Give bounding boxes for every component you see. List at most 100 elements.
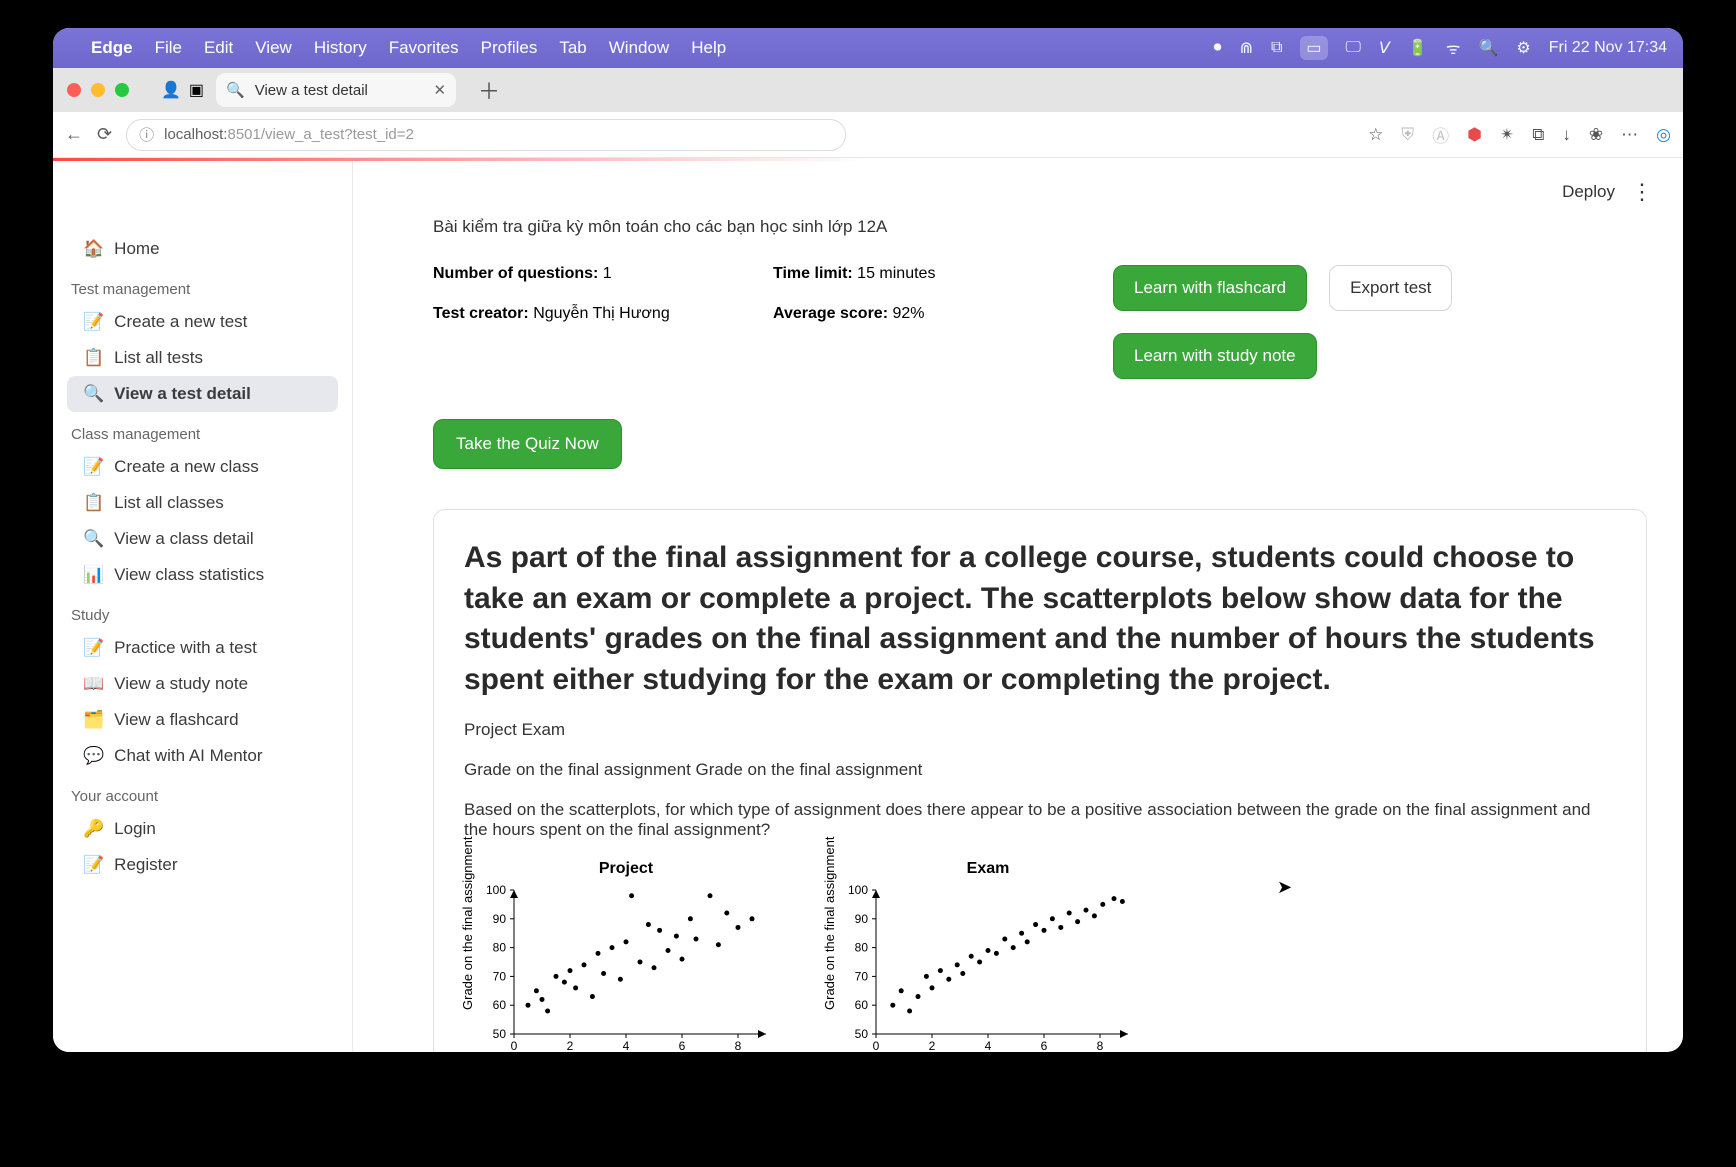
headphones-icon[interactable]: ⋒ [1240, 38, 1253, 58]
macos-menu-bar: Edge File Edit View History Favorites Pr… [53, 28, 1683, 68]
mouse-cursor-icon: ➤ [1277, 877, 1289, 893]
svg-text:2: 2 [929, 1039, 936, 1052]
sidebar-item[interactable]: 📝Create a new test [67, 304, 338, 340]
take-quiz-button[interactable]: Take the Quiz Now [433, 419, 622, 469]
menu-window[interactable]: Window [609, 38, 669, 58]
menu-history[interactable]: History [314, 38, 367, 58]
split-screen-icon[interactable]: ⧉ [1532, 125, 1544, 145]
sidebar-item-label: View a flashcard [114, 710, 238, 730]
sidebar-item-label: View a class detail [114, 529, 254, 549]
svg-text:6: 6 [1041, 1039, 1048, 1052]
refresh-button[interactable]: ⟳ [97, 124, 112, 145]
sidebar-item-icon: 🗂️ [83, 710, 104, 730]
more-icon[interactable]: ⋯ [1621, 125, 1638, 145]
svg-text:50: 50 [493, 1027, 507, 1041]
sidebar-item-icon: 📋 [83, 493, 104, 513]
sidebar-item-label: Practice with a test [114, 638, 257, 658]
sidebar-item-icon: 📊 [83, 565, 104, 585]
sidebar-item[interactable]: 📝Practice with a test [67, 630, 338, 666]
screen-share-icon[interactable]: ⧉ [1271, 39, 1282, 57]
sidebar-item-label: Create a new class [114, 457, 259, 477]
house-icon: 🏠 [83, 239, 104, 259]
svg-text:80: 80 [493, 941, 507, 955]
translate-icon[interactable]: Ⓐ [1432, 122, 1449, 147]
window-close-button[interactable] [67, 83, 81, 97]
control-center-icon[interactable]: ⚙︎ [1516, 38, 1530, 58]
chart-title: Project [476, 860, 776, 878]
export-test-button[interactable]: Export test [1329, 265, 1452, 311]
shield-icon[interactable]: ⛨ [1401, 125, 1414, 145]
svg-text:4: 4 [985, 1039, 992, 1052]
collections-icon[interactable]: ❀ [1589, 125, 1603, 145]
question-line-2: Grade on the final assignment Grade on t… [464, 760, 1616, 780]
battery-icon[interactable]: 🔋 [1408, 38, 1428, 58]
sidebar-item[interactable]: 🔍View a class detail [67, 521, 338, 557]
sidebar-item-icon: 📝 [83, 855, 104, 875]
sidebar: 🏠 Home Test management📝Create a new test… [53, 161, 353, 1052]
svg-text:90: 90 [493, 912, 507, 926]
svg-text:2: 2 [567, 1039, 574, 1052]
sidebar-item-icon: 🔍 [83, 384, 104, 404]
record-icon[interactable]: ⏺ [1214, 39, 1222, 57]
close-tab-icon[interactable]: ✕ [433, 81, 446, 99]
svg-text:0: 0 [873, 1039, 880, 1052]
menu-app-name[interactable]: Edge [91, 38, 133, 58]
sidebar-item-icon: 🔑 [83, 819, 104, 839]
spotlight-icon[interactable]: 🔍 [1478, 38, 1498, 58]
sidebar-item[interactable]: 💬Chat with AI Mentor [67, 738, 338, 774]
menu-profiles[interactable]: Profiles [481, 38, 538, 58]
sidebar-item[interactable]: 📋List all classes [67, 485, 338, 521]
url-field[interactable]: ⓘ localhost:8501/view_a_test?test_id=2 [126, 119, 846, 151]
sidebar-item-label: View a test detail [114, 384, 251, 404]
svg-text:100: 100 [486, 883, 506, 897]
learn-studynote-button[interactable]: Learn with study note [1113, 333, 1317, 379]
window-minimize-button[interactable] [91, 83, 105, 97]
voice-icon[interactable]: 𝘝 [1379, 38, 1390, 58]
display-icon[interactable]: 🖵 [1346, 39, 1361, 57]
question-card: As part of the final assignment for a co… [433, 509, 1647, 1052]
favorite-icon[interactable]: ☆ [1368, 125, 1383, 145]
svg-text:0: 0 [511, 1039, 518, 1052]
sidebar-item-icon: 📖 [83, 674, 104, 694]
sidebar-group-label: Class management [67, 412, 338, 449]
sidebar-item[interactable]: 🗂️ View a flashcard [67, 702, 338, 738]
sidebar-item-icon: 💬 [83, 746, 104, 766]
downloads-icon[interactable]: ↓ [1562, 125, 1571, 145]
copilot-icon[interactable]: ◎ [1656, 125, 1671, 145]
menu-help[interactable]: Help [691, 38, 726, 58]
average-score: Average score: 92% [773, 305, 1033, 323]
svg-text:80: 80 [855, 941, 869, 955]
menu-view[interactable]: View [255, 38, 292, 58]
new-tab-button[interactable]: ＋ [468, 74, 510, 106]
site-info-icon[interactable]: ⓘ [139, 124, 154, 145]
deploy-button[interactable]: Deploy [1562, 182, 1615, 202]
sidebar-item-label: Register [114, 855, 177, 875]
learn-flashcard-button[interactable]: Learn with flashcard [1113, 265, 1307, 311]
sidebar-item-label: List all tests [114, 348, 203, 368]
browser-tab[interactable]: 🔍 View a test detail ✕ [216, 73, 456, 107]
menu-favorites[interactable]: Favorites [389, 38, 459, 58]
sidebar-item[interactable]: 📝Create a new class [67, 449, 338, 485]
stage-manager-icon[interactable]: ▭ [1300, 36, 1327, 60]
menu-file[interactable]: File [155, 38, 182, 58]
profile-avatar-icon[interactable]: 👤 [161, 80, 181, 100]
extensions-icon[interactable]: ✴︎ [1500, 125, 1514, 145]
sidebar-item[interactable]: 📖View a study note [67, 666, 338, 702]
menu-edit[interactable]: Edit [204, 38, 233, 58]
adblock-icon[interactable]: ⬢ [1467, 125, 1482, 145]
app-menu-icon[interactable]: ⋮ [1631, 179, 1653, 205]
sidebar-item[interactable]: 📝 Register [67, 847, 338, 883]
wifi-icon[interactable]: ᯤ [1446, 37, 1461, 59]
back-button[interactable]: ← [65, 124, 83, 145]
sidebar-item[interactable]: 📊View class statistics [67, 557, 338, 593]
sidebar-item[interactable]: 📋List all tests [67, 340, 338, 376]
sidebar-home[interactable]: 🏠 Home [67, 231, 338, 267]
menu-tab[interactable]: Tab [559, 38, 586, 58]
svg-text:8: 8 [735, 1039, 742, 1052]
svg-text:60: 60 [493, 998, 507, 1012]
sidebar-item[interactable]: 🔍 View a test detail [67, 376, 338, 412]
search-icon: 🔍 [226, 81, 245, 99]
workspaces-icon[interactable]: ▣ [189, 80, 204, 100]
sidebar-item[interactable]: 🔑Login [67, 811, 338, 847]
window-maximize-button[interactable] [115, 83, 129, 97]
